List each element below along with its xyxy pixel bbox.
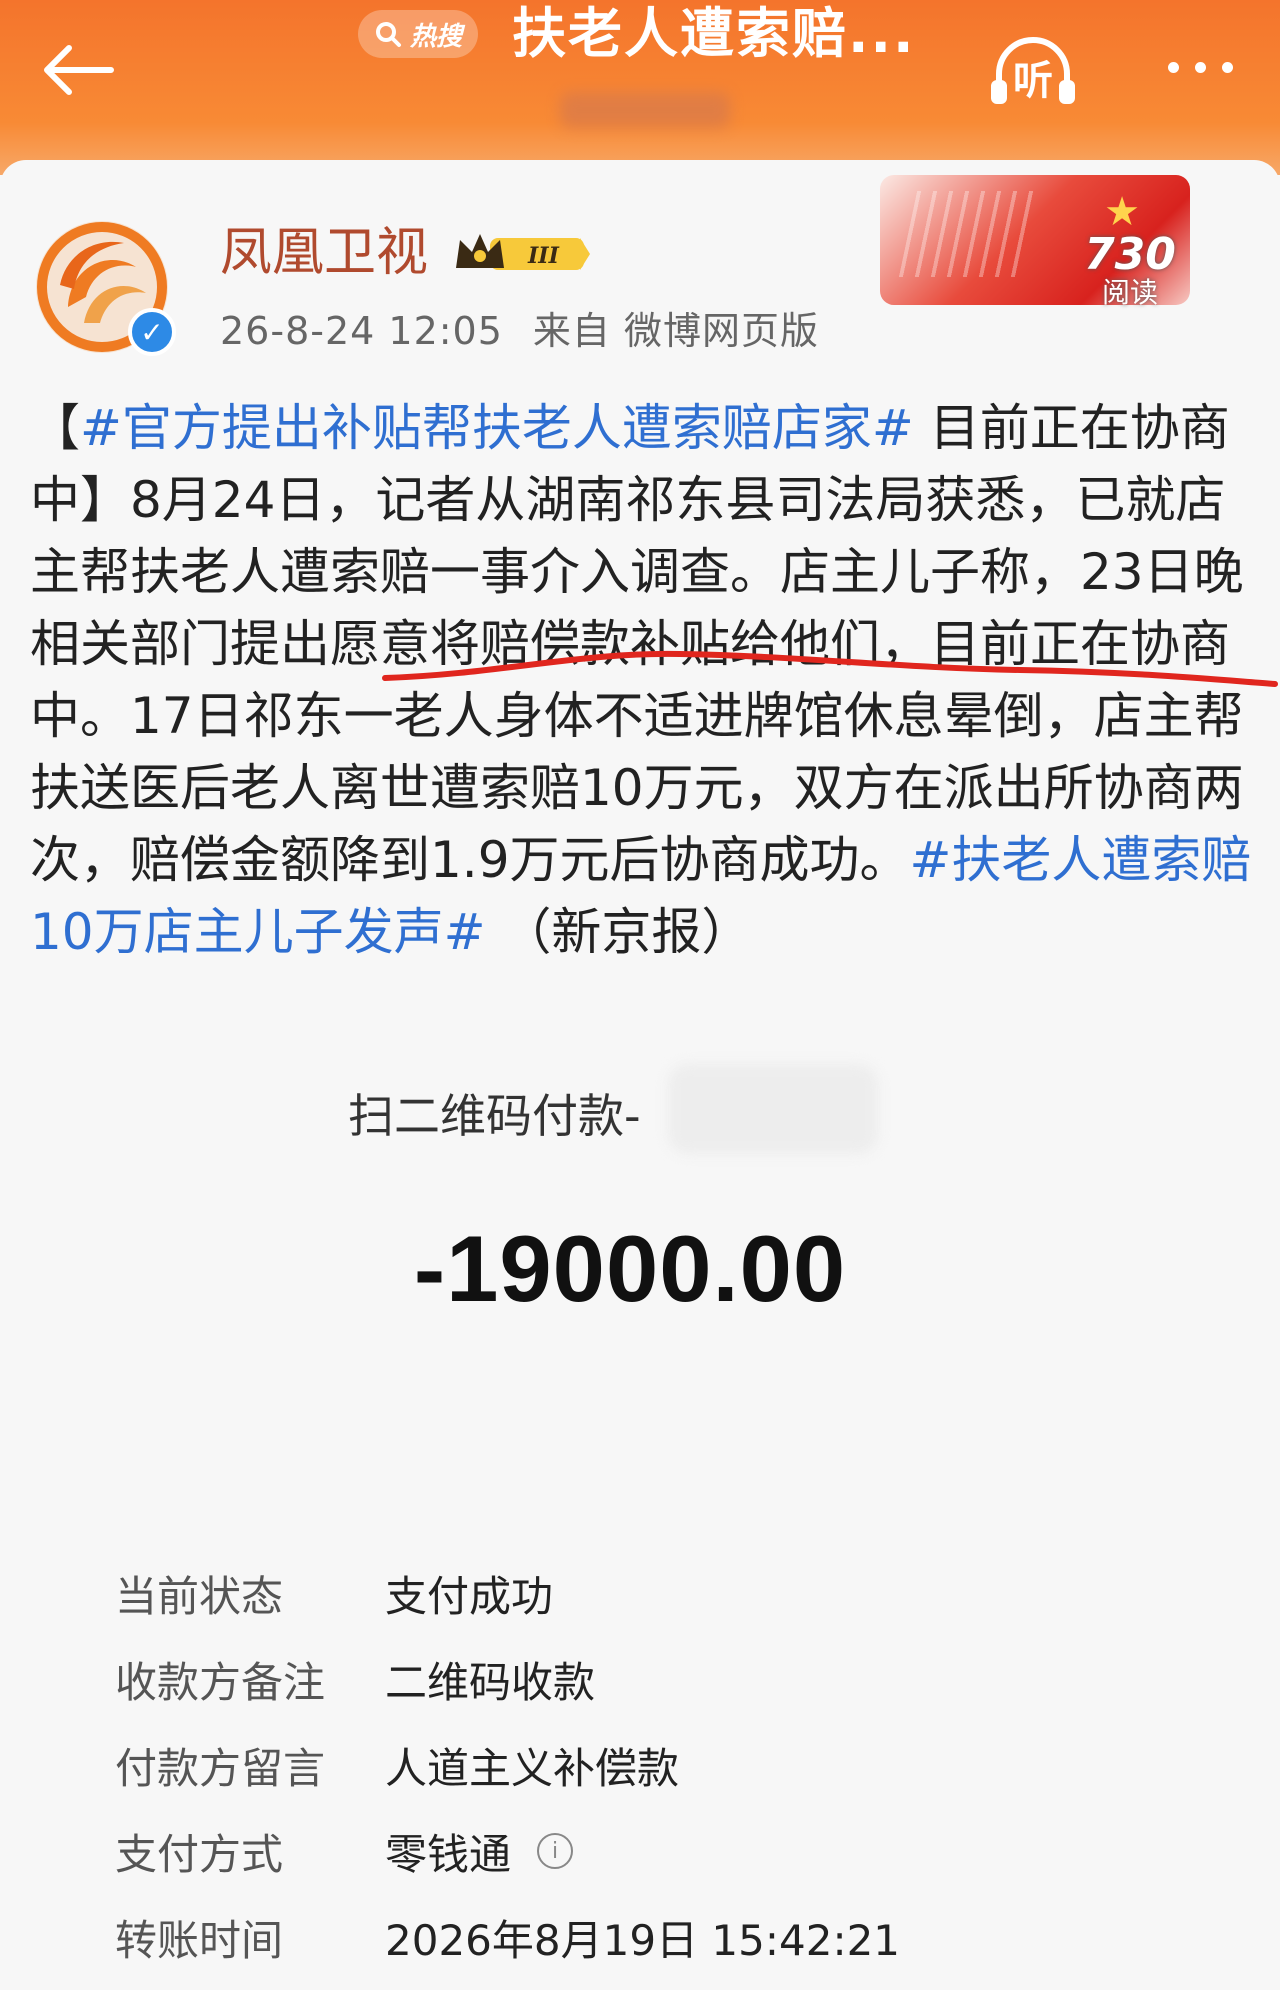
payment-amount: -19000.00 <box>413 1216 847 1321</box>
red-underline-mark <box>382 650 1278 687</box>
read-count-number: 730 <box>1084 229 1176 280</box>
detail-row: 当前状态 支付成功 <box>115 1550 1215 1636</box>
detail-key: 支付方式 <box>115 1829 284 1879</box>
more-dot-icon <box>1221 61 1233 73</box>
listen-label: 听 <box>1013 58 1053 104</box>
hot-search-brand: 热搜 <box>410 21 463 52</box>
detail-row: 收款方备注 二维码收款 <box>115 1636 1215 1722</box>
crown-icon: III <box>456 234 590 270</box>
detail-row: 付款方留言 人道主义补偿款 <box>115 1722 1215 1808</box>
topic-title: 扶老人遭索赔... <box>512 2 916 65</box>
vip-level: III <box>527 243 560 269</box>
detail-key: 收款方备注 <box>115 1657 326 1707</box>
payment-title: 扫二维码付款- <box>348 1089 641 1143</box>
detail-key: 当前状态 <box>115 1571 284 1621</box>
hashtag-link[interactable]: #官方提出补贴帮扶老人遭索赔店家# <box>80 399 914 457</box>
payment-details: 当前状态 支付成功 收款方备注 二维码收款 付款方留言 人道主义补偿款 支付方式… <box>115 1550 1215 1980</box>
detail-value: 支付成功 <box>385 1571 554 1621</box>
more-button[interactable] <box>1150 52 1250 82</box>
post-meta: 26-8-24 12:05 来自 微博网页版 <box>220 300 819 355</box>
read-count: 730 阅读 <box>1075 232 1185 308</box>
listen-button[interactable]: 听 <box>985 30 1081 110</box>
detail-row: 转账时间 2026年8月19日 15:42:21 <box>115 1894 1215 1980</box>
bracket-open: 【 <box>30 399 80 457</box>
vip-badge[interactable]: III <box>452 228 592 278</box>
info-icon[interactable]: i <box>537 1833 574 1869</box>
author-name[interactable]: 凤凰卫视 <box>220 218 428 288</box>
detail-key: 转账时间 <box>115 1915 284 1965</box>
search-icon <box>376 22 401 47</box>
gate-graphic <box>898 191 1038 277</box>
detail-key: 付款方留言 <box>115 1743 326 1793</box>
blurred-subtitle <box>560 92 730 128</box>
arrow-left-icon <box>44 45 114 95</box>
post-source: 来自 微博网页版 <box>532 309 819 353</box>
verified-badge-icon: ✓ <box>128 308 176 356</box>
more-dot-icon <box>1167 61 1179 73</box>
post-date: 26-8-24 12:05 <box>220 309 503 353</box>
detail-value: 2026年8月19日 15:42:21 <box>385 1915 901 1965</box>
read-count-label: 阅读 <box>1101 276 1158 309</box>
hot-search-pill[interactable]: 热搜 <box>358 10 479 58</box>
detail-value: 人道主义补偿款 <box>385 1743 680 1793</box>
post-source-note: （新京报） <box>485 903 752 961</box>
detail-row: 支付方式 零钱通 i <box>115 1808 1215 1894</box>
more-dot-icon <box>1194 61 1206 73</box>
detail-value: 二维码收款 <box>385 1657 596 1707</box>
blurred-payee <box>668 1064 878 1154</box>
top-bar: 热搜 扶老人遭索赔... 听 <box>0 0 1280 175</box>
detail-value: 零钱通 <box>385 1829 512 1879</box>
back-button[interactable] <box>38 40 118 100</box>
